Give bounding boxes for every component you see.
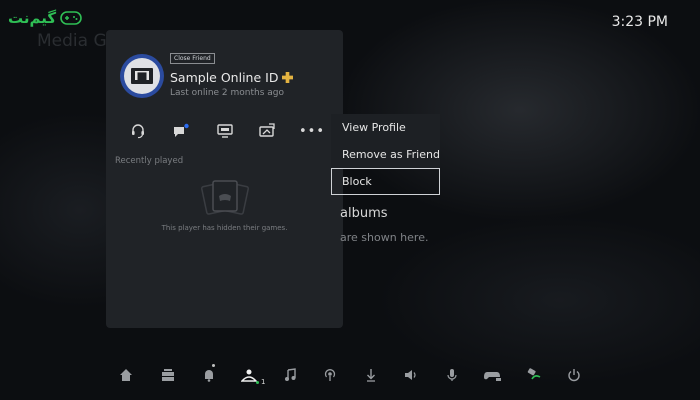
controller-icon bbox=[484, 372, 501, 381]
notification-dot bbox=[212, 364, 215, 367]
context-menu: View Profile Remove as Friend Block bbox=[331, 114, 440, 195]
clock: 3:23 PM bbox=[611, 14, 668, 30]
menu-item-remove-friend[interactable]: Remove as Friend bbox=[331, 141, 440, 168]
hidden-games-icon bbox=[200, 180, 250, 215]
menu-item-view-profile[interactable]: View Profile bbox=[331, 114, 440, 141]
plus-icon bbox=[282, 72, 294, 83]
dock-home[interactable] bbox=[117, 366, 135, 384]
voice-chat-button[interactable] bbox=[126, 120, 150, 142]
background bbox=[0, 0, 700, 400]
profile-card: Close Friend Sample Online ID Last onlin… bbox=[106, 30, 343, 328]
home-icon bbox=[120, 369, 132, 381]
control-center-dock: 1 bbox=[0, 360, 700, 390]
avatar[interactable] bbox=[124, 58, 160, 94]
dock-sound[interactable] bbox=[402, 366, 420, 384]
watermark: گیم‌نت bbox=[8, 9, 82, 27]
power-icon bbox=[568, 369, 580, 382]
accessories-icon bbox=[527, 368, 541, 380]
message-button[interactable] bbox=[169, 120, 193, 142]
dock-power[interactable] bbox=[565, 366, 583, 384]
downloads-icon bbox=[367, 369, 375, 382]
online-id-text: Sample Online ID bbox=[170, 70, 279, 85]
game-base-friends-icon bbox=[241, 369, 257, 382]
share-play-icon bbox=[259, 123, 275, 137]
dock-accessories[interactable] bbox=[525, 366, 543, 384]
albums-subtitle: are shown here. bbox=[340, 231, 429, 244]
hidden-games-text: This player has hidden their games. bbox=[161, 224, 288, 232]
menu-item-block[interactable]: Block bbox=[331, 168, 440, 195]
dock-broadcast[interactable] bbox=[321, 366, 339, 384]
dock-game-base[interactable] bbox=[159, 366, 177, 384]
dock-music[interactable] bbox=[281, 366, 299, 384]
online-dot bbox=[256, 381, 259, 384]
albums-title: albums bbox=[340, 206, 388, 221]
recently-played-label: Recently played bbox=[115, 156, 184, 166]
watermark-text: گیم‌نت bbox=[8, 9, 57, 27]
online-count: 1 bbox=[261, 378, 266, 386]
share-screen-icon bbox=[217, 124, 233, 138]
dock-downloads[interactable] bbox=[362, 366, 380, 384]
share-screen-button[interactable] bbox=[213, 120, 237, 142]
gamepad-icon bbox=[60, 11, 82, 25]
mic-icon bbox=[447, 369, 457, 381]
share-play-button[interactable] bbox=[255, 120, 279, 142]
online-id: Sample Online ID bbox=[170, 70, 294, 85]
close-friend-badge: Close Friend bbox=[170, 53, 215, 64]
music-icon bbox=[285, 368, 296, 381]
profile-actions: ••• bbox=[106, 120, 343, 142]
last-online: Last online 2 months ago bbox=[170, 88, 285, 98]
broadcast-icon bbox=[324, 369, 336, 381]
voice-chat-icon bbox=[132, 124, 144, 139]
game-base-icon bbox=[162, 369, 174, 381]
dock-game-base-friends[interactable]: 1 bbox=[240, 366, 265, 386]
more-button[interactable]: ••• bbox=[299, 120, 324, 142]
avatar-icon bbox=[131, 68, 153, 84]
dock-controller[interactable] bbox=[484, 366, 502, 384]
dock-notifications[interactable] bbox=[200, 364, 218, 384]
notifications-icon bbox=[205, 370, 213, 382]
message-icon bbox=[174, 123, 189, 137]
dock-mic[interactable] bbox=[443, 366, 461, 384]
sound-icon bbox=[405, 370, 416, 380]
